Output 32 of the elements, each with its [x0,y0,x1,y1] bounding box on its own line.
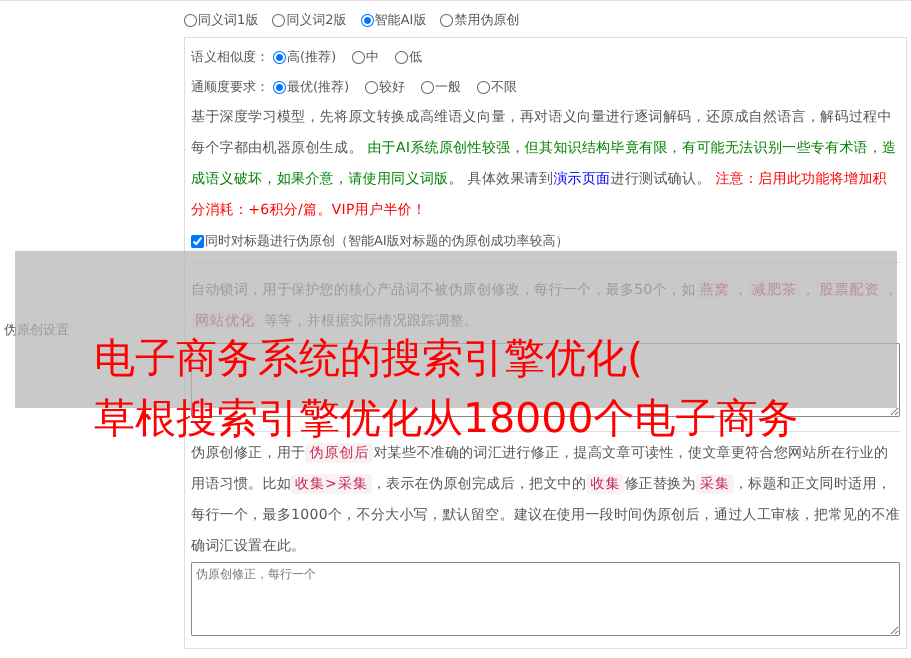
option-label: 通顺度要求： [191,79,269,96]
radio-option[interactable]: 较好 [365,78,406,96]
radio-option[interactable]: 一般 [421,78,462,96]
mode-option[interactable]: 禁用伪原创 [440,11,520,29]
mode-option[interactable]: 同义词2版 [272,11,347,29]
radio-button[interactable] [360,14,374,26]
checkbox[interactable] [191,234,204,248]
radio-button[interactable] [365,80,378,94]
mode-option[interactable]: 智能AI版 [360,11,426,29]
radio-option[interactable]: 低 [395,48,422,66]
radio-option[interactable]: 最优(推荐) [273,78,350,96]
title-checkbox-option[interactable]: 同时对标题进行伪原创（智能AI版对标题的伪原创成功率较高） [191,232,569,250]
radio-option[interactable]: 中 [352,48,380,66]
ai-description: 基于深度学习模型，先将原文转换成高维语义向量，再对语义向量进行逐词解码，还原成自然语言，解码过程中每个字都由机器原创生成。 由于AI系统原创性较强，但其知识结构毕竟有限，有可能无法识别一些专有术语，造成语义破坏，如果介意，请使用同义词版。 具体效果请到演示页面进行测试确认。 注意：启用此功能将增加积分消耗：+6积分/篇。VIP用户半价！ [191,108,898,220]
option-label: 语义相似度： [191,49,269,66]
radio-button[interactable] [184,14,197,26]
caption-title-overlay: 电子商务系统的搜索引擎优化( [94,333,644,384]
radio-option[interactable]: 高(推荐) [273,48,336,66]
correction-field[interactable]: 伪原创修正，每行一个 [191,562,900,636]
radio-option[interactable]: 不限 [477,78,518,96]
radio-button[interactable] [273,50,286,64]
radio-button[interactable] [395,50,408,64]
caption-title-overlay: 草根搜索引擎优化从18000个电子商务 [94,393,798,444]
correction-description: 伪原创修正，用于 伪原创后 对某些不准确的词汇进行修正，提高文章可读性，使文章更符合您网站所在行业的用语习惯。比如 收集>采集 ，表示在伪原创完成后，把文中的 收集 修正替换为 采集 ，标题和正文同时适用，每行一个，最多1000个，不分大小写，默认留空。建议在使用一段时间伪原创后，通过人工审核，把常见的不准确词汇设置在此。 [191,442,900,556]
radio-button[interactable] [477,80,490,94]
radio-button[interactable] [440,14,454,26]
radio-button[interactable] [352,50,366,64]
radio-button[interactable] [421,80,434,94]
demo-page-link[interactable]: 演示页面 [553,171,610,187]
mode-option[interactable]: 同义词1版 [184,11,258,29]
radio-button[interactable] [273,80,286,94]
radio-button[interactable] [272,14,286,26]
